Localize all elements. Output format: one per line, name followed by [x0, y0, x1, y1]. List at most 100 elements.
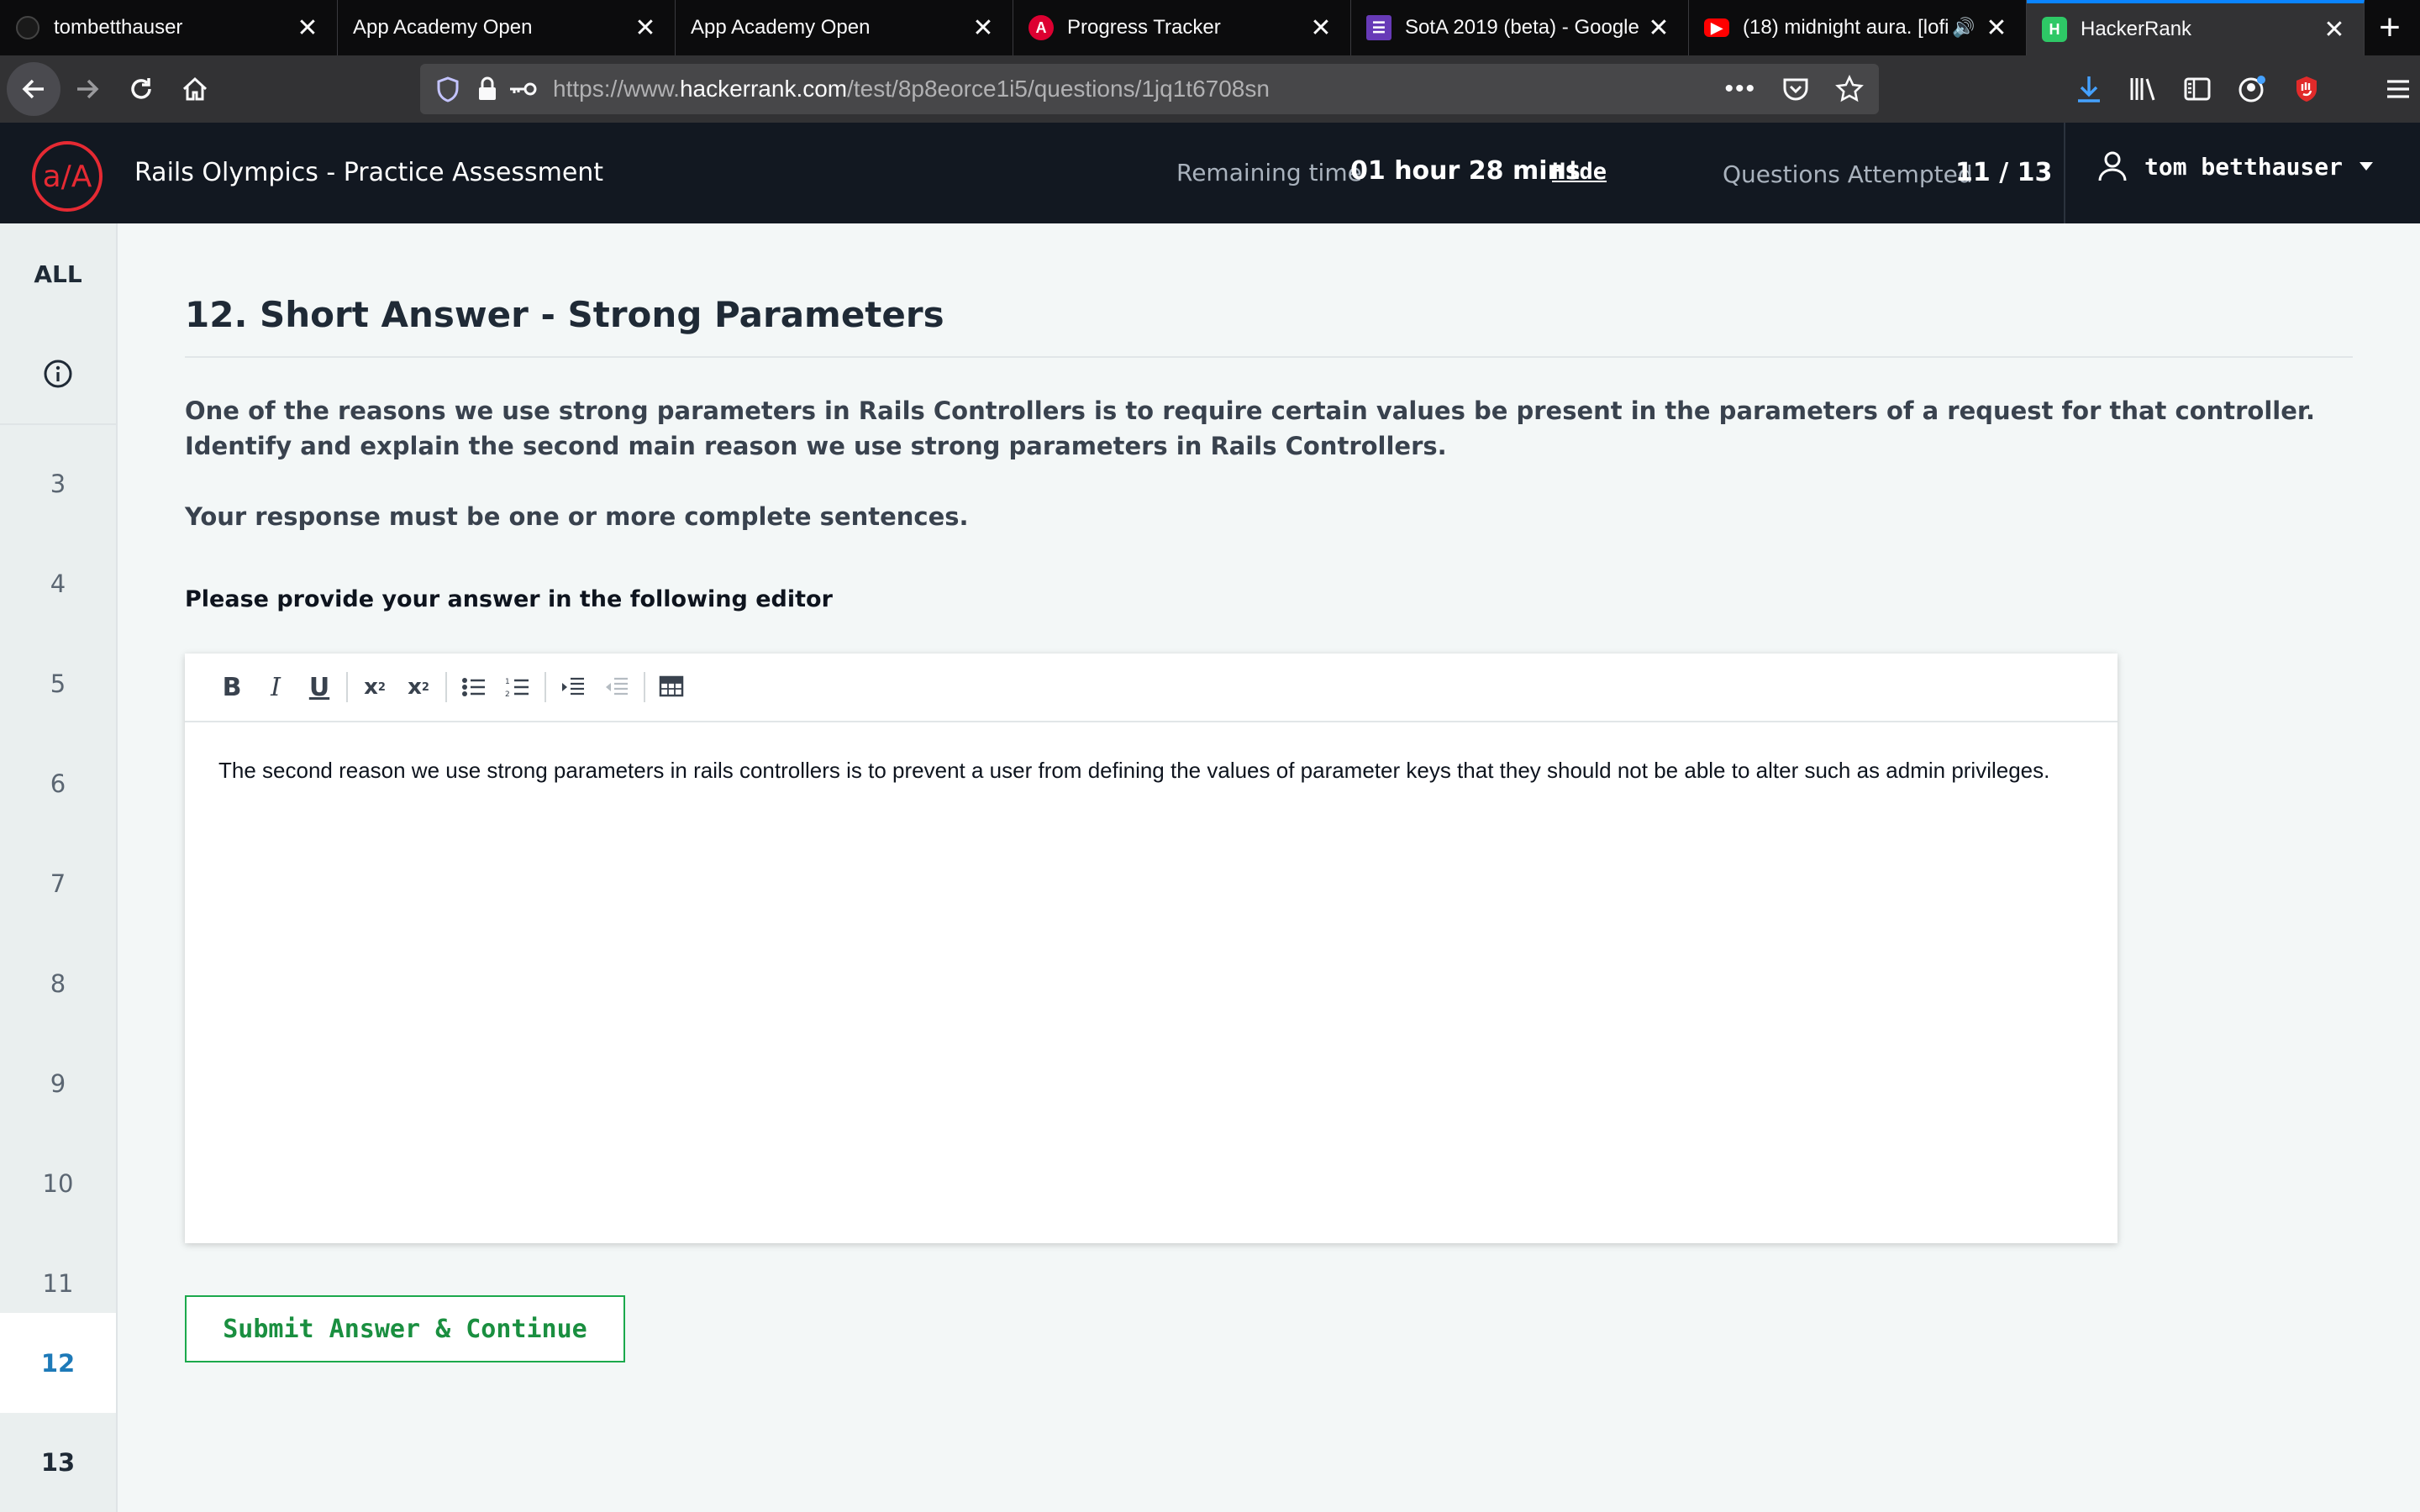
browser-tab[interactable]: A Progress Tracker ✕	[1013, 0, 1351, 55]
indent-button[interactable]	[551, 666, 595, 708]
ublock-icon[interactable]	[2292, 74, 2321, 104]
speaker-icon[interactable]: 🔊	[1952, 17, 1977, 39]
answer-text[interactable]: The second reason we use strong paramete…	[185, 722, 2118, 818]
library-icon[interactable]	[2128, 75, 2158, 103]
app-academy-logo[interactable]: a/A	[32, 141, 103, 212]
question-text: One of the reasons we use strong paramet…	[185, 396, 2316, 460]
close-icon[interactable]: ✕	[971, 14, 996, 42]
indent-icon	[562, 677, 584, 696]
question-sidebar: ALL 3 4 5 6 7 8 9 10 11 12 13	[0, 223, 118, 1512]
question-requirement: Your response must be one or more comple…	[185, 502, 969, 531]
angular-icon: A	[1028, 15, 1054, 40]
sidebar-info[interactable]	[0, 324, 116, 425]
sidebar-all[interactable]: ALL	[0, 223, 116, 324]
bulleted-list-icon	[462, 678, 485, 696]
page-actions-icon[interactable]: •••	[1724, 75, 1756, 103]
hackerrank-icon: H	[2042, 17, 2067, 42]
sidebar-question-9[interactable]: 9	[0, 1033, 116, 1133]
browser-tab[interactable]: ▶ (18) midnight aura. [lofi 🔊 ✕	[1689, 0, 2027, 55]
sidebar-question-10[interactable]: 10	[0, 1133, 116, 1233]
sidebar-question-8[interactable]: 8	[0, 933, 116, 1033]
hide-timer-link[interactable]: Hide	[1552, 159, 1607, 185]
new-tab-button[interactable]: +	[2365, 0, 2415, 55]
assessment-title: Rails Olympics - Practice Assessment	[134, 158, 604, 187]
browser-tab-strip: tombetthauser ✕ App Academy Open ✕ App A…	[0, 0, 2420, 55]
italic-button[interactable]: I	[254, 666, 297, 708]
svg-text:2: 2	[505, 690, 510, 698]
header-divider	[2064, 123, 2065, 223]
sidebar-question-12[interactable]: 12	[0, 1313, 116, 1413]
bookmark-star-icon[interactable]	[1835, 75, 1864, 103]
tab-title: HackerRank	[2081, 18, 2192, 40]
google-forms-icon: ☰	[1366, 15, 1392, 40]
tab-title: App Academy Open	[353, 16, 533, 39]
url-text[interactable]: https://www.hackerrank.com/test/8p8eorce…	[553, 76, 1270, 102]
arrow-left-icon	[22, 79, 44, 99]
numbered-list-icon: 12	[505, 678, 529, 698]
editor-prompt: Please provide your answer in the follow…	[185, 586, 833, 612]
browser-tab[interactable]: App Academy Open ✕	[338, 0, 676, 55]
bulleted-list-button[interactable]	[452, 666, 496, 708]
lock-icon[interactable]	[476, 76, 499, 102]
outdent-button[interactable]	[595, 666, 639, 708]
editor-toolbar: B I U x2 x2 12	[185, 654, 2118, 722]
browser-tab[interactable]: App Academy Open ✕	[676, 0, 1013, 55]
close-icon[interactable]: ✕	[295, 14, 320, 42]
tab-title: SotA 2019 (beta) - Google	[1405, 16, 1639, 39]
user-menu[interactable]: tom betthauser	[2097, 150, 2375, 183]
sidebar-question-3[interactable]: 3	[0, 433, 116, 533]
underline-button[interactable]: U	[297, 666, 341, 708]
sidebar-question-13[interactable]: 13	[0, 1412, 116, 1512]
question-title: 12. Short Answer - Strong Parameters	[185, 294, 944, 335]
browser-tab-active[interactable]: H HackerRank ✕	[2027, 0, 2365, 55]
close-icon[interactable]: ✕	[633, 14, 658, 42]
reload-button[interactable]	[114, 62, 168, 116]
browser-tab[interactable]: tombetthauser ✕	[0, 0, 338, 55]
url-prefix: https://www.	[553, 76, 680, 102]
url-host: hackerrank.com	[679, 76, 848, 102]
numbered-list-button[interactable]: 12	[496, 666, 539, 708]
questions-attempted-value: 11 / 13	[1955, 158, 2053, 187]
questions-attempted-label: Questions Attempted	[1723, 160, 1973, 188]
back-button[interactable]	[7, 62, 60, 116]
toolbar-separator	[644, 672, 645, 702]
toolbar-separator	[544, 672, 546, 702]
remaining-time-value: 01 hour 28 mins	[1350, 156, 1581, 186]
url-path: /test/8p8eorce1i5/questions/1jq1t6708sn	[847, 76, 1270, 102]
browser-tab[interactable]: ☰ SotA 2019 (beta) - Google ✕	[1351, 0, 1689, 55]
sidebar-question-4[interactable]: 4	[0, 533, 116, 633]
account-icon[interactable]	[2237, 74, 2267, 104]
question-body: One of the reasons we use strong paramet…	[185, 393, 2353, 570]
menu-icon[interactable]	[2383, 76, 2413, 102]
chevron-down-icon	[2360, 162, 2374, 171]
home-button[interactable]	[168, 62, 222, 116]
sidebar-question-7[interactable]: 7	[0, 833, 116, 933]
pocket-icon[interactable]	[1781, 76, 1810, 102]
sidebar-question-5[interactable]: 5	[0, 633, 116, 733]
bold-button[interactable]: B	[210, 666, 254, 708]
subscript-button[interactable]: x2	[353, 666, 397, 708]
table-button[interactable]	[650, 666, 694, 708]
close-icon[interactable]: ✕	[1646, 14, 1671, 42]
answer-editor: B I U x2 x2 12 The second reason we use …	[185, 654, 2118, 1243]
superscript-button[interactable]: x2	[397, 666, 440, 708]
github-icon	[15, 15, 40, 40]
table-icon	[659, 675, 684, 697]
shield-icon[interactable]	[435, 76, 460, 102]
toolbar-separator	[445, 672, 447, 702]
toolbar-separator	[346, 672, 348, 702]
submit-answer-button[interactable]: Submit Answer & Continue	[185, 1295, 625, 1362]
key-icon[interactable]	[508, 81, 538, 97]
close-icon[interactable]: ✕	[1984, 14, 2009, 42]
info-icon	[44, 360, 72, 388]
sidebar-icon[interactable]	[2183, 76, 2212, 102]
download-icon[interactable]	[2075, 74, 2102, 104]
forward-button[interactable]	[60, 62, 114, 116]
app-header: a/A Rails Olympics - Practice Assessment…	[0, 123, 2420, 223]
title-divider	[185, 356, 2353, 358]
tab-title: Progress Tracker	[1067, 16, 1221, 39]
sidebar-question-6[interactable]: 6	[0, 733, 116, 833]
close-icon[interactable]: ✕	[1308, 14, 1334, 42]
close-icon[interactable]: ✕	[2322, 16, 2347, 44]
address-bar[interactable]: https://www.hackerrank.com/test/8p8eorce…	[420, 64, 1879, 114]
